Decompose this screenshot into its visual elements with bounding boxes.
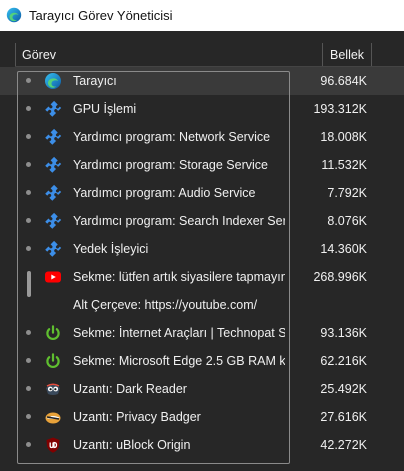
row-memory: 62.216K <box>320 354 367 368</box>
row-memory: 11.532K <box>321 158 367 172</box>
title-bar: Tarayıcı Görev Yöneticisi <box>0 0 404 31</box>
table-header: Görev Bellek <box>0 43 404 67</box>
column-header-memory[interactable]: Bellek <box>330 48 364 62</box>
row-memory: 14.360K <box>320 242 367 256</box>
row-memory: 93.136K <box>320 326 367 340</box>
row-memory: 268.996K <box>313 270 367 284</box>
column-header-task[interactable]: Görev <box>22 48 56 62</box>
window-title: Tarayıcı Görev Yöneticisi <box>29 8 173 23</box>
row-memory: 25.492K <box>320 382 367 396</box>
row-memory: 96.684K <box>320 74 367 88</box>
focus-outline <box>17 71 290 464</box>
row-memory: 193.312K <box>313 102 367 116</box>
edge-icon <box>6 7 22 23</box>
row-memory: 42.272K <box>320 438 367 452</box>
row-memory: 18.008K <box>320 130 367 144</box>
row-memory: 8.076K <box>327 214 367 228</box>
row-memory: 27.616K <box>320 410 367 424</box>
row-memory: 7.792K <box>327 186 367 200</box>
column-divider[interactable] <box>371 43 372 67</box>
column-divider[interactable] <box>322 43 323 67</box>
task-manager-panel: Görev Bellek Tarayıcı 96.684K GPU İşlemi… <box>0 31 404 471</box>
column-divider <box>15 43 16 67</box>
